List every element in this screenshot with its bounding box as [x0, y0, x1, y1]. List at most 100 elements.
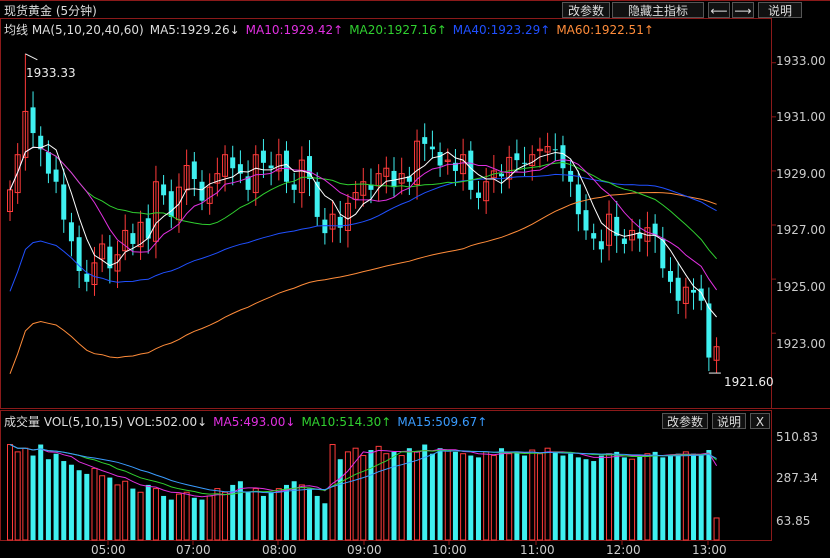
ma5-legend: MA5:1929.26↓ [149, 23, 240, 37]
volume-bar [268, 492, 274, 540]
candle-body [667, 271, 673, 282]
volume-bar [499, 448, 505, 540]
y-tick-label: 1931.00 [776, 110, 826, 124]
candle-body [53, 169, 59, 182]
volume-bar [698, 455, 704, 540]
candle-body [84, 273, 90, 282]
volume-explain-button[interactable]: 说明 [712, 413, 746, 429]
volume-bar [644, 453, 651, 541]
candle-body [322, 219, 328, 234]
volume-bar [422, 444, 428, 540]
volume-bar [175, 493, 182, 541]
vol-ma10-legend: MA10:514.30↑ [301, 415, 392, 429]
candle-body [591, 233, 597, 239]
hide-indicators-button[interactable]: 隐藏主指标 [612, 2, 704, 18]
candle-body [568, 170, 574, 182]
volume-bar [583, 459, 589, 540]
volume-bar [591, 461, 597, 540]
candle-body [61, 184, 67, 220]
volume-bar [107, 477, 113, 540]
price-panel-frame [0, 18, 772, 409]
volume-bar [522, 455, 528, 540]
volume-bar [544, 447, 551, 541]
volume-bar [368, 450, 374, 540]
candle-body [522, 162, 528, 164]
ma60-legend: MA60:1922.51↑ [556, 23, 654, 37]
x-tick-label: 08:00 [262, 543, 297, 557]
volume-bar [568, 453, 574, 540]
volume-bar [560, 455, 566, 540]
volume-bar [168, 499, 174, 540]
scroll-left-button[interactable]: ⟵ [708, 2, 730, 18]
candle-body [68, 222, 74, 242]
volume-bar [145, 484, 151, 540]
volume-y-tick-label: 510.83 [776, 430, 818, 444]
ma20-legend: MA20:1927.16↑ [349, 23, 447, 37]
candle-body [45, 152, 51, 174]
volume-bar [475, 457, 481, 540]
high-marker-line [25, 53, 38, 61]
candle-body [675, 277, 681, 301]
explain-button[interactable]: 说明 [758, 2, 802, 18]
ma-legend: 均线 MA(5,10,20,40,60) MA5:1929.26↓ MA10:192… [4, 21, 660, 38]
volume-bar [30, 455, 36, 540]
y-tick-label: 1933.00 [776, 54, 826, 68]
volume-bar [84, 473, 90, 540]
volume-bar [99, 475, 106, 541]
x-tick-label: 13:00 [692, 543, 727, 557]
ma60-line [9, 191, 717, 374]
volume-bar [122, 480, 129, 541]
volume-bar [529, 449, 536, 541]
volume-bar [152, 488, 159, 541]
volume-bar [460, 453, 467, 541]
volume-bar [237, 481, 243, 540]
volume-bar [283, 484, 289, 540]
volume-bar [437, 448, 443, 540]
vol-ma15-legend: MA15:509.67↑ [397, 415, 488, 429]
candle-body [437, 152, 443, 166]
volume-bar [391, 451, 397, 540]
volume-bar [7, 444, 13, 541]
volume-bar [614, 451, 620, 540]
volume-bar [490, 455, 497, 541]
candle-body [161, 184, 167, 196]
volume-close-button[interactable]: X [750, 413, 770, 429]
volume-bar [275, 488, 282, 541]
volume-y-tick-label: 287.34 [776, 471, 818, 485]
volume-bar [76, 470, 82, 540]
volume-y-tick-label: 63.85 [776, 514, 811, 528]
volume-bar [314, 495, 320, 540]
scroll-right-button[interactable]: ⟶ [732, 2, 754, 18]
chart-canvas [0, 0, 830, 545]
candle-body [621, 238, 627, 244]
volume-bar [191, 497, 197, 540]
volume-bar [429, 453, 435, 540]
volume-bar [38, 444, 44, 540]
x-tick-label: 11:00 [520, 543, 555, 557]
volume-legend: 成交量 VOL(5,10,15) VOL:502.00↓ MA5:493.00↓ M… [4, 413, 493, 430]
volume-bar [713, 517, 720, 541]
volume-bar [114, 484, 121, 541]
ma40-legend: MA40:1923.29↑ [452, 23, 551, 37]
volume-bar [14, 451, 21, 541]
volume-bar [199, 499, 205, 540]
volume-bar [91, 467, 98, 541]
volume-bar [506, 453, 513, 541]
candle-body [130, 233, 136, 244]
candle-body [499, 173, 505, 177]
volume-bar [621, 457, 627, 540]
candle-body [691, 289, 697, 293]
candle-body [637, 233, 643, 239]
vol-ma5-line [9, 444, 718, 498]
candle-body [429, 146, 435, 150]
volume-bar [360, 455, 367, 541]
candle-body [575, 184, 581, 215]
modify-params-button[interactable]: 改参数 [562, 2, 610, 18]
volume-bar [344, 451, 351, 541]
candle-body [191, 161, 197, 180]
x-tick-label: 12:00 [606, 543, 641, 557]
volume-modify-params-button[interactable]: 改参数 [662, 413, 708, 429]
volume-bar [444, 449, 451, 541]
volume-bar [137, 491, 144, 541]
volume-bar [483, 451, 490, 541]
